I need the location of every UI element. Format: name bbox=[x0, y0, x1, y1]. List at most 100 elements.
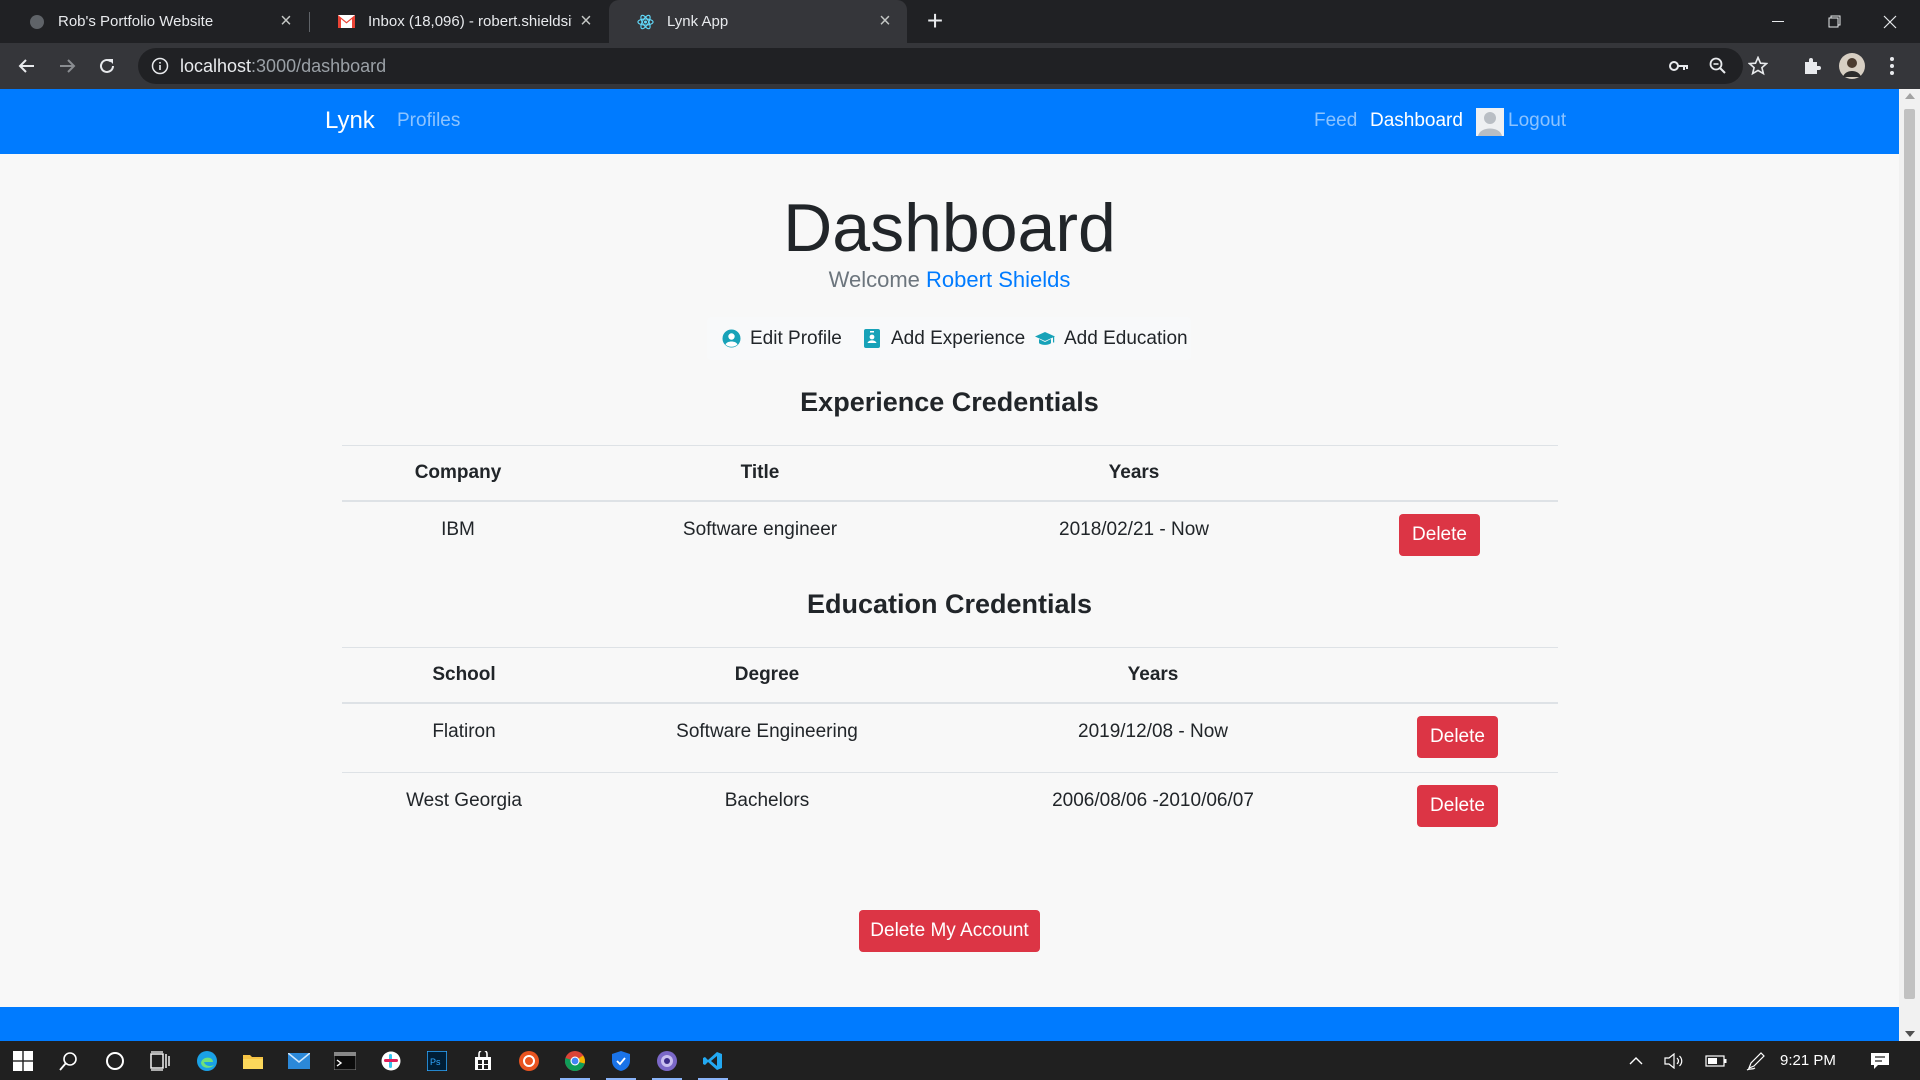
scroll-up-arrow-icon[interactable] bbox=[1905, 93, 1915, 99]
welcome-message: Welcome Robert Shields bbox=[0, 267, 1899, 293]
task-view-icon[interactable] bbox=[138, 1041, 184, 1080]
delete-education-button[interactable]: Delete bbox=[1417, 785, 1498, 827]
app-navbar: Lynk Profiles Feed Dashboard Logout bbox=[0, 89, 1899, 154]
dashboard-actions: Edit Profile Add Experience Add Educatio… bbox=[707, 317, 1191, 360]
close-icon[interactable]: × bbox=[871, 8, 899, 36]
nav-profiles[interactable]: Profiles bbox=[397, 110, 460, 132]
scroll-thumb[interactable] bbox=[1904, 109, 1915, 999]
table-row: Flatiron Software Engineering 2019/12/08… bbox=[342, 702, 1558, 774]
info-icon[interactable] bbox=[150, 56, 170, 76]
pen-icon[interactable] bbox=[1742, 1041, 1770, 1080]
url-host: localhost bbox=[180, 55, 252, 76]
user-avatar-icon bbox=[1476, 108, 1504, 136]
terminal-icon[interactable] bbox=[322, 1041, 368, 1080]
edge-icon[interactable] bbox=[184, 1041, 230, 1080]
school-cell: Flatiron bbox=[432, 721, 496, 742]
user-circle-icon bbox=[720, 328, 742, 350]
tab-gmail[interactable]: Inbox (18,096) - robert.shieldsiv@ × bbox=[310, 0, 608, 43]
slack-icon[interactable] bbox=[368, 1041, 414, 1080]
scroll-down-arrow-icon[interactable] bbox=[1905, 1031, 1915, 1037]
more-menu-icon[interactable] bbox=[1876, 50, 1908, 82]
restore-icon[interactable] bbox=[1806, 0, 1862, 43]
column-header: Title bbox=[740, 462, 780, 483]
search-icon[interactable] bbox=[46, 1041, 92, 1080]
table-header-row: School Degree Years bbox=[342, 647, 1558, 703]
volume-icon[interactable] bbox=[1660, 1041, 1688, 1080]
forward-arrow-icon[interactable] bbox=[51, 50, 83, 82]
brand-logo[interactable]: Lynk bbox=[325, 107, 375, 135]
chrome-icon[interactable] bbox=[552, 1041, 598, 1080]
windows-start-icon[interactable] bbox=[0, 1041, 46, 1080]
nav-logout[interactable]: Logout bbox=[1508, 110, 1566, 132]
react-icon bbox=[637, 13, 654, 30]
table-row: IBM Software engineer 2018/02/21 - Now D… bbox=[342, 500, 1558, 571]
mail-icon[interactable] bbox=[276, 1041, 322, 1080]
years-cell: 2019/12/08 - Now bbox=[1078, 721, 1228, 742]
extensions-icon[interactable] bbox=[1796, 50, 1828, 82]
tab-portfolio[interactable]: Rob's Portfolio Website × bbox=[0, 0, 308, 43]
add-education-button[interactable]: Add Education bbox=[1034, 317, 1188, 360]
delete-experience-button[interactable]: Delete bbox=[1399, 514, 1480, 556]
experience-heading: Experience Credentials bbox=[800, 387, 1099, 417]
page-viewport: Lynk Profiles Feed Dashboard Logout Dash… bbox=[0, 89, 1899, 1041]
add-experience-button[interactable]: Add Experience bbox=[861, 317, 1025, 360]
security-shield-icon[interactable] bbox=[598, 1041, 644, 1080]
school-cell: West Georgia bbox=[406, 790, 522, 811]
minimize-icon[interactable] bbox=[1750, 0, 1806, 43]
key-icon[interactable] bbox=[1668, 55, 1690, 77]
tab-title: Lynk App bbox=[667, 13, 729, 30]
notifications-icon[interactable] bbox=[1865, 1041, 1895, 1080]
chevron-up-icon[interactable] bbox=[1622, 1041, 1650, 1080]
nav-dashboard[interactable]: Dashboard bbox=[1370, 110, 1463, 132]
column-header: School bbox=[432, 664, 496, 685]
close-icon[interactable]: × bbox=[572, 8, 600, 36]
table-row: West Georgia Bachelors 2006/08/06 -2010/… bbox=[342, 772, 1558, 843]
table-header-row: Company Title Years bbox=[342, 445, 1558, 501]
page-scrollbar[interactable] bbox=[1899, 89, 1920, 1041]
windows-taskbar: Ps 9:21 PM bbox=[0, 1041, 1920, 1080]
cortana-icon[interactable] bbox=[92, 1041, 138, 1080]
years-cell: 2018/02/21 - Now bbox=[1059, 519, 1209, 540]
globe-icon bbox=[28, 13, 45, 30]
nav-feed[interactable]: Feed bbox=[1314, 110, 1357, 132]
profile-avatar[interactable] bbox=[1836, 50, 1868, 82]
gmail-icon bbox=[338, 13, 355, 30]
edit-profile-button[interactable]: Edit Profile bbox=[720, 317, 842, 360]
close-icon[interactable]: × bbox=[272, 8, 300, 36]
store-icon[interactable] bbox=[460, 1041, 506, 1080]
battery-icon[interactable] bbox=[1702, 1041, 1730, 1080]
back-arrow-icon[interactable] bbox=[11, 50, 43, 82]
column-header: Years bbox=[1108, 462, 1160, 483]
years-cell: 2006/08/06 -2010/06/07 bbox=[1052, 790, 1254, 811]
zoom-icon[interactable] bbox=[1707, 55, 1729, 77]
degree-cell: Bachelors bbox=[724, 790, 810, 811]
delete-account-button[interactable]: Delete My Account bbox=[859, 910, 1040, 952]
tab-title: Inbox (18,096) - robert.shieldsiv@ bbox=[368, 13, 572, 30]
star-icon[interactable] bbox=[1747, 55, 1769, 77]
photoshop-icon[interactable]: Ps bbox=[414, 1041, 460, 1080]
address-bar[interactable]: localhost:3000/dashboard bbox=[138, 48, 1768, 84]
vscode-icon[interactable] bbox=[690, 1041, 736, 1080]
app-footer bbox=[0, 1007, 1899, 1041]
browser-tab-bar: Rob's Portfolio Website × Inbox (18,096)… bbox=[0, 0, 1920, 43]
id-badge-icon bbox=[861, 328, 883, 350]
column-header: Years bbox=[1127, 664, 1179, 685]
user-name: Robert Shields bbox=[926, 267, 1071, 292]
edit-profile-label: Edit Profile bbox=[750, 327, 842, 349]
close-window-icon[interactable] bbox=[1862, 0, 1918, 43]
column-header: Degree bbox=[734, 664, 800, 685]
app-orb-icon[interactable] bbox=[644, 1041, 690, 1080]
ubuntu-icon[interactable] bbox=[506, 1041, 552, 1080]
tab-title: Rob's Portfolio Website bbox=[58, 13, 214, 30]
taskbar-clock[interactable]: 9:21 PM bbox=[1780, 1041, 1836, 1080]
page-title: Dashboard bbox=[783, 190, 1116, 266]
browser-toolbar: localhost:3000/dashboard bbox=[0, 43, 1920, 89]
file-explorer-icon[interactable] bbox=[230, 1041, 276, 1080]
graduation-cap-icon bbox=[1034, 328, 1056, 350]
reload-icon[interactable] bbox=[91, 50, 123, 82]
add-education-label: Add Education bbox=[1064, 327, 1188, 349]
delete-education-button[interactable]: Delete bbox=[1417, 716, 1498, 758]
svg-text:Ps: Ps bbox=[430, 1057, 441, 1067]
new-tab-button[interactable]: + bbox=[920, 5, 950, 36]
tab-lynk-app[interactable]: Lynk App × bbox=[609, 0, 907, 43]
